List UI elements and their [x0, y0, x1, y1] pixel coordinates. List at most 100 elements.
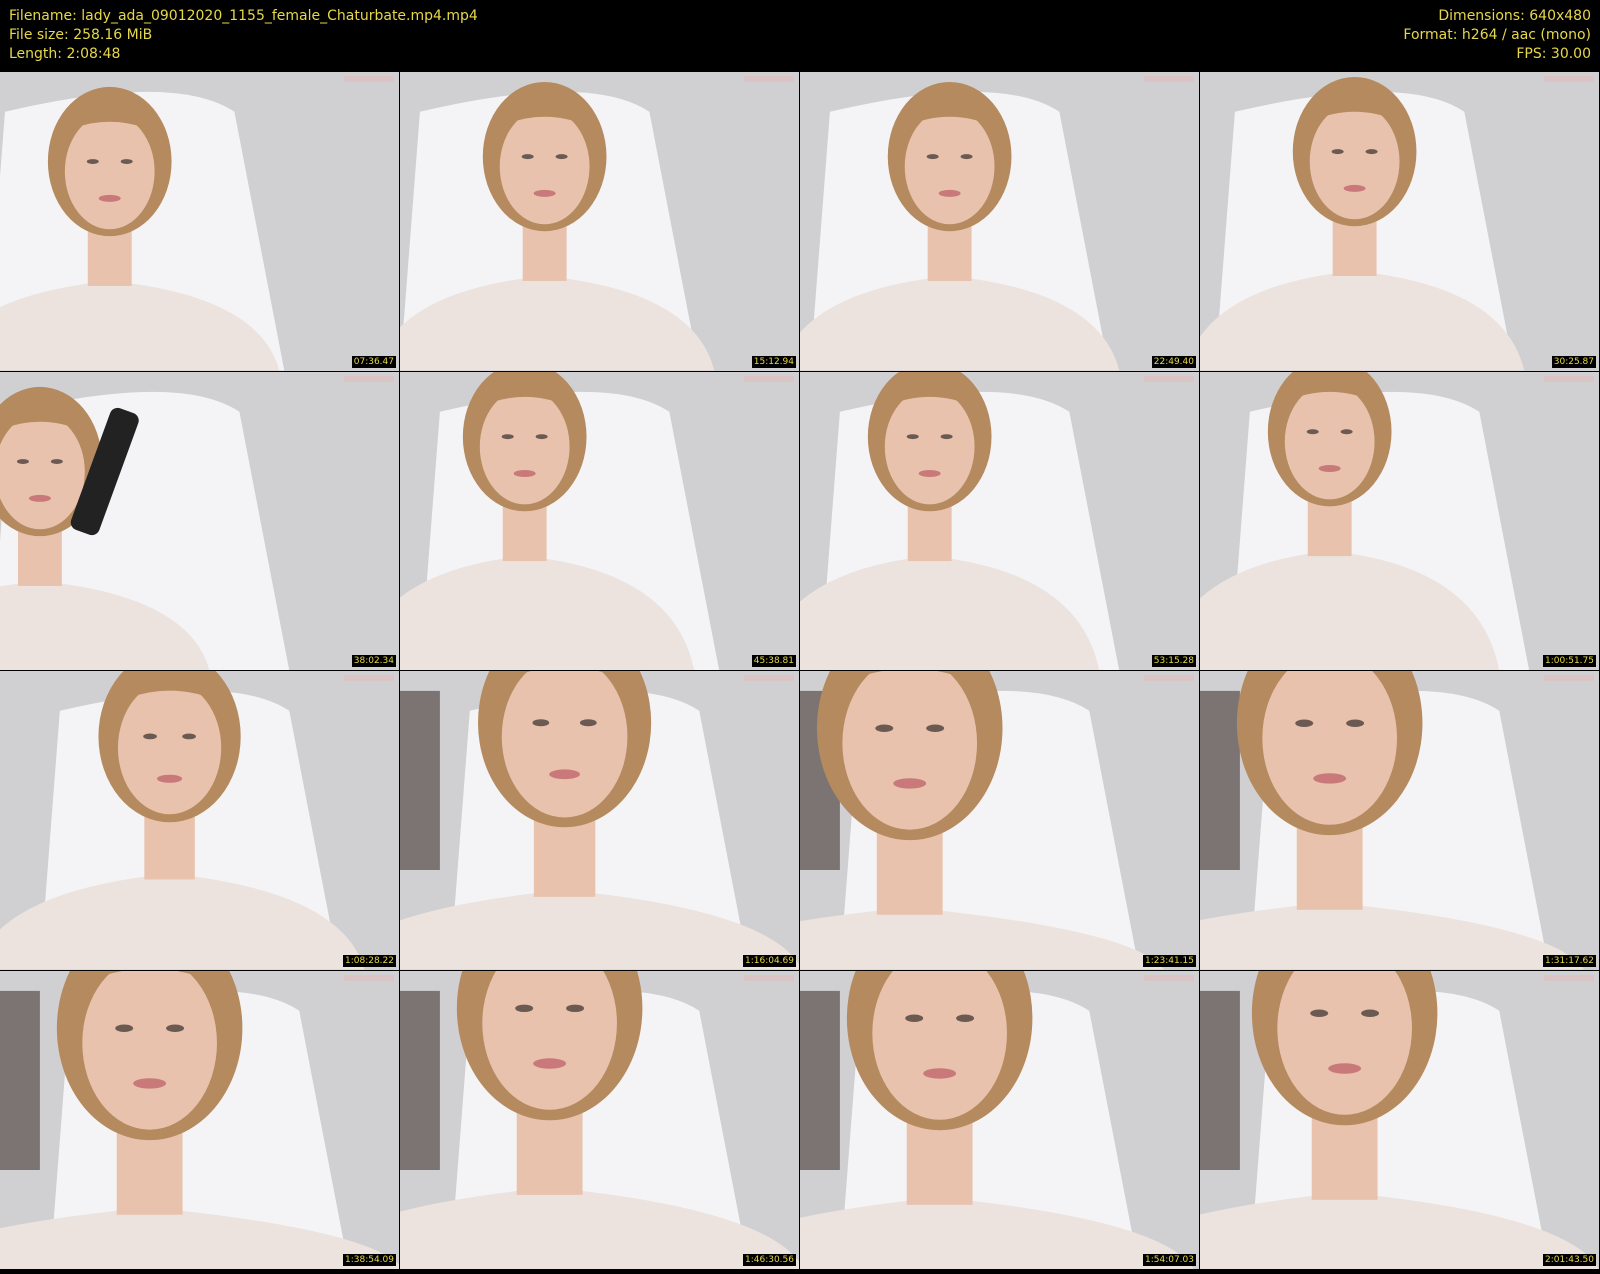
left-eye: [16, 458, 29, 464]
mouth: [133, 1077, 167, 1089]
mouth: [1318, 464, 1341, 472]
left-eye: [905, 1014, 924, 1022]
right-eye: [940, 433, 953, 439]
mouth: [513, 469, 536, 477]
right-eye: [535, 433, 548, 439]
left-eye: [906, 433, 919, 439]
right-eye: [166, 1023, 185, 1032]
watermark: [344, 75, 395, 82]
thumbnail-frame: 1:54:07.03: [800, 970, 1199, 1269]
mouth: [1343, 184, 1366, 192]
right-eye: [579, 719, 597, 727]
thumbnail-frame: 1:38:54.09: [0, 970, 399, 1269]
watermark: [1144, 974, 1195, 981]
mouth: [893, 778, 927, 789]
left-eye: [86, 159, 99, 165]
frame-timestamp: 15:12.94: [751, 355, 796, 368]
frame-image: [400, 371, 799, 670]
thumbnail-frame: 1:08:28.22: [0, 671, 399, 970]
frame-timestamp: 1:46:30.56: [742, 1254, 796, 1266]
right-eye: [566, 1004, 585, 1012]
face: [117, 681, 222, 815]
door-frame: [0, 990, 40, 1170]
frame-timestamp: 53:15.28: [1151, 655, 1196, 667]
thumbnail-frame: 1:23:41.15: [800, 671, 1199, 970]
frame-image: [1200, 671, 1599, 970]
frame-timestamp: 2:01:43.50: [1542, 1254, 1596, 1266]
right-eye: [1346, 719, 1365, 727]
frame-timestamp: 1:54:07.03: [1142, 1254, 1196, 1266]
thumbnail-frame: 2:01:43.50: [1200, 970, 1599, 1269]
frame-image: [0, 970, 399, 1269]
face: [904, 108, 995, 225]
frame-timestamp: 1:16:04.69: [742, 954, 796, 967]
face: [884, 388, 975, 504]
thumbnail-frame: 1:00:51.75: [1200, 371, 1599, 670]
frame-image: [0, 72, 399, 371]
right-eye: [960, 154, 973, 160]
frame-timestamp: 45:38.81: [751, 655, 796, 667]
length-text: Length: 2:08:48: [9, 46, 121, 62]
right-eye: [956, 1014, 975, 1022]
watermark: [744, 75, 795, 82]
file-size-text: File size: 258.16 MiB: [9, 27, 153, 43]
frame-timestamp: 07:36.47: [351, 355, 396, 368]
mouth: [1313, 773, 1347, 784]
mouth: [533, 189, 556, 197]
door-frame: [1200, 990, 1240, 1170]
watermark: [1144, 75, 1195, 82]
frame-image: [400, 970, 799, 1269]
watermark: [744, 674, 795, 681]
frame-timestamp: 30:25.87: [1551, 355, 1596, 368]
dimensions-text: Dimensions: 640x480: [1438, 8, 1591, 24]
right-eye: [182, 733, 196, 740]
left-eye: [532, 719, 550, 727]
left-eye: [1306, 428, 1319, 434]
face: [1309, 103, 1400, 220]
frame-timestamp: 1:31:17.62: [1542, 954, 1596, 967]
left-eye: [1295, 719, 1314, 727]
watermark: [744, 375, 795, 382]
watermark: [344, 674, 395, 681]
frame-timestamp: 22:49.40: [1151, 355, 1196, 368]
right-eye: [120, 159, 133, 165]
left-eye: [1331, 149, 1344, 155]
door-frame: [400, 990, 440, 1170]
frame-image: [800, 72, 1199, 371]
mouth: [156, 774, 183, 783]
watermark: [1544, 375, 1595, 382]
frame-timestamp: 1:38:54.09: [342, 1254, 396, 1266]
thumbnail-frame: 30:25.87: [1200, 72, 1599, 371]
watermark: [1144, 674, 1195, 681]
fps-text: FPS: 30.00: [1516, 46, 1591, 62]
face: [499, 108, 590, 225]
frame-timestamp: 38:02.34: [351, 655, 396, 667]
format-text: Format: h264 / aac (mono): [1403, 27, 1591, 43]
frame-timestamp: 1:08:28.22: [342, 954, 396, 967]
thumbnail-frame: 15:12.94: [400, 72, 799, 371]
thumbnail-frame: 45:38.81: [400, 371, 799, 670]
frame-image: [800, 671, 1199, 970]
watermark: [1544, 75, 1595, 82]
left-eye: [875, 724, 894, 732]
watermark: [344, 375, 395, 382]
frame-image: [400, 671, 799, 970]
watermark: [1144, 375, 1195, 382]
left-eye: [115, 1023, 134, 1032]
frame-image: [1200, 371, 1599, 670]
frame-image: [0, 371, 399, 670]
door-frame: [800, 990, 840, 1170]
frame-image: [0, 671, 399, 970]
frame-timestamp: 1:00:51.75: [1542, 655, 1596, 667]
mouth: [98, 194, 121, 202]
face: [1284, 383, 1375, 499]
door-frame: [1200, 690, 1240, 870]
frame-image: [1200, 970, 1599, 1269]
mouth: [923, 1067, 957, 1079]
right-eye: [1361, 1009, 1380, 1017]
frame-image: [800, 371, 1199, 670]
mouth: [918, 469, 941, 477]
face: [64, 113, 155, 230]
mouth: [533, 1057, 567, 1069]
frame-image: [400, 72, 799, 371]
